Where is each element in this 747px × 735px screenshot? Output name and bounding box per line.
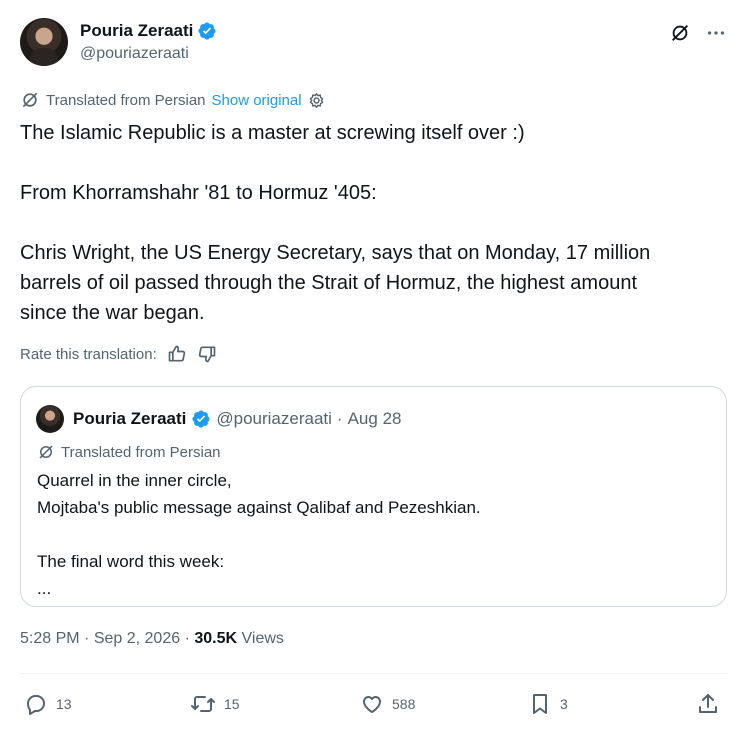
- grok-icon[interactable]: [669, 22, 691, 44]
- quoted-tweet[interactable]: Pouria Zeraati @pouriazeraati · Aug 28 T…: [20, 386, 727, 607]
- quoted-translation-notice: Translated from Persian: [37, 443, 221, 461]
- quoted-handle: @pouriazeraati: [216, 409, 332, 428]
- views-label: Views: [241, 630, 284, 647]
- bookmark-icon: [533, 694, 547, 714]
- verified-badge-icon: [192, 410, 210, 428]
- views-count: 30.5K: [194, 630, 238, 647]
- avatar[interactable]: [20, 18, 68, 66]
- tweet-date[interactable]: Sep 2, 2026: [94, 630, 180, 647]
- share-button[interactable]: [696, 686, 720, 722]
- reply-button[interactable]: 13: [24, 686, 72, 722]
- show-original-link[interactable]: Show original: [212, 92, 302, 109]
- translation-notice: Translated from Persian Show original: [20, 90, 325, 110]
- repost-icon: [191, 696, 215, 712]
- repost-count: 15: [224, 696, 240, 712]
- settings-gear-icon[interactable]: [308, 92, 325, 109]
- quoted-avatar: [36, 405, 64, 433]
- quoted-tweet-header: Pouria Zeraati @pouriazeraati · Aug 28: [36, 405, 401, 433]
- rate-translation: Rate this translation:: [20, 344, 217, 364]
- action-bar: 13 15 588 3: [20, 686, 727, 722]
- author-display-name[interactable]: Pouria Zeraati: [80, 21, 193, 41]
- divider: [20, 673, 727, 674]
- quoted-translated-label: Translated from Persian: [61, 443, 221, 461]
- reply-icon: [27, 695, 45, 715]
- author-name-row: Pouria Zeraati: [80, 21, 217, 41]
- author-handle[interactable]: @pouriazeraati: [80, 45, 189, 63]
- quoted-display-name: Pouria Zeraati: [73, 409, 187, 428]
- tweet-text: The Islamic Republic is a master at scre…: [20, 122, 651, 324]
- bookmark-button[interactable]: 3: [528, 686, 568, 722]
- verified-badge-icon: [198, 22, 216, 40]
- thumbs-up-icon[interactable]: [167, 344, 187, 364]
- more-icon[interactable]: [705, 22, 727, 44]
- like-icon: [363, 696, 381, 713]
- tweet-time[interactable]: 5:28 PM: [20, 630, 80, 647]
- translate-icon: [39, 445, 53, 459]
- quoted-tweet-text: Quarrel in the inner circle, Mojtaba's p…: [37, 471, 481, 598]
- repost-button[interactable]: 15: [190, 686, 240, 722]
- share-icon: [699, 694, 717, 713]
- translate-icon: [22, 92, 38, 108]
- header-actions: [669, 22, 727, 44]
- tweet-timestamp: 5:28 PM · Sep 2, 2026 · 30.5K Views: [20, 630, 284, 647]
- like-button[interactable]: 588: [360, 686, 415, 722]
- quoted-date: Aug 28: [347, 409, 402, 428]
- translated-label: Translated from Persian: [46, 91, 206, 109]
- rate-translation-label: Rate this translation:: [20, 345, 157, 363]
- reply-count: 13: [56, 696, 72, 712]
- bookmark-count: 3: [560, 696, 568, 712]
- thumbs-down-icon[interactable]: [197, 344, 217, 364]
- tweet-header: Pouria Zeraati @pouriazeraati: [20, 18, 727, 68]
- like-count: 588: [392, 696, 416, 712]
- quoted-separator: ·: [336, 409, 343, 428]
